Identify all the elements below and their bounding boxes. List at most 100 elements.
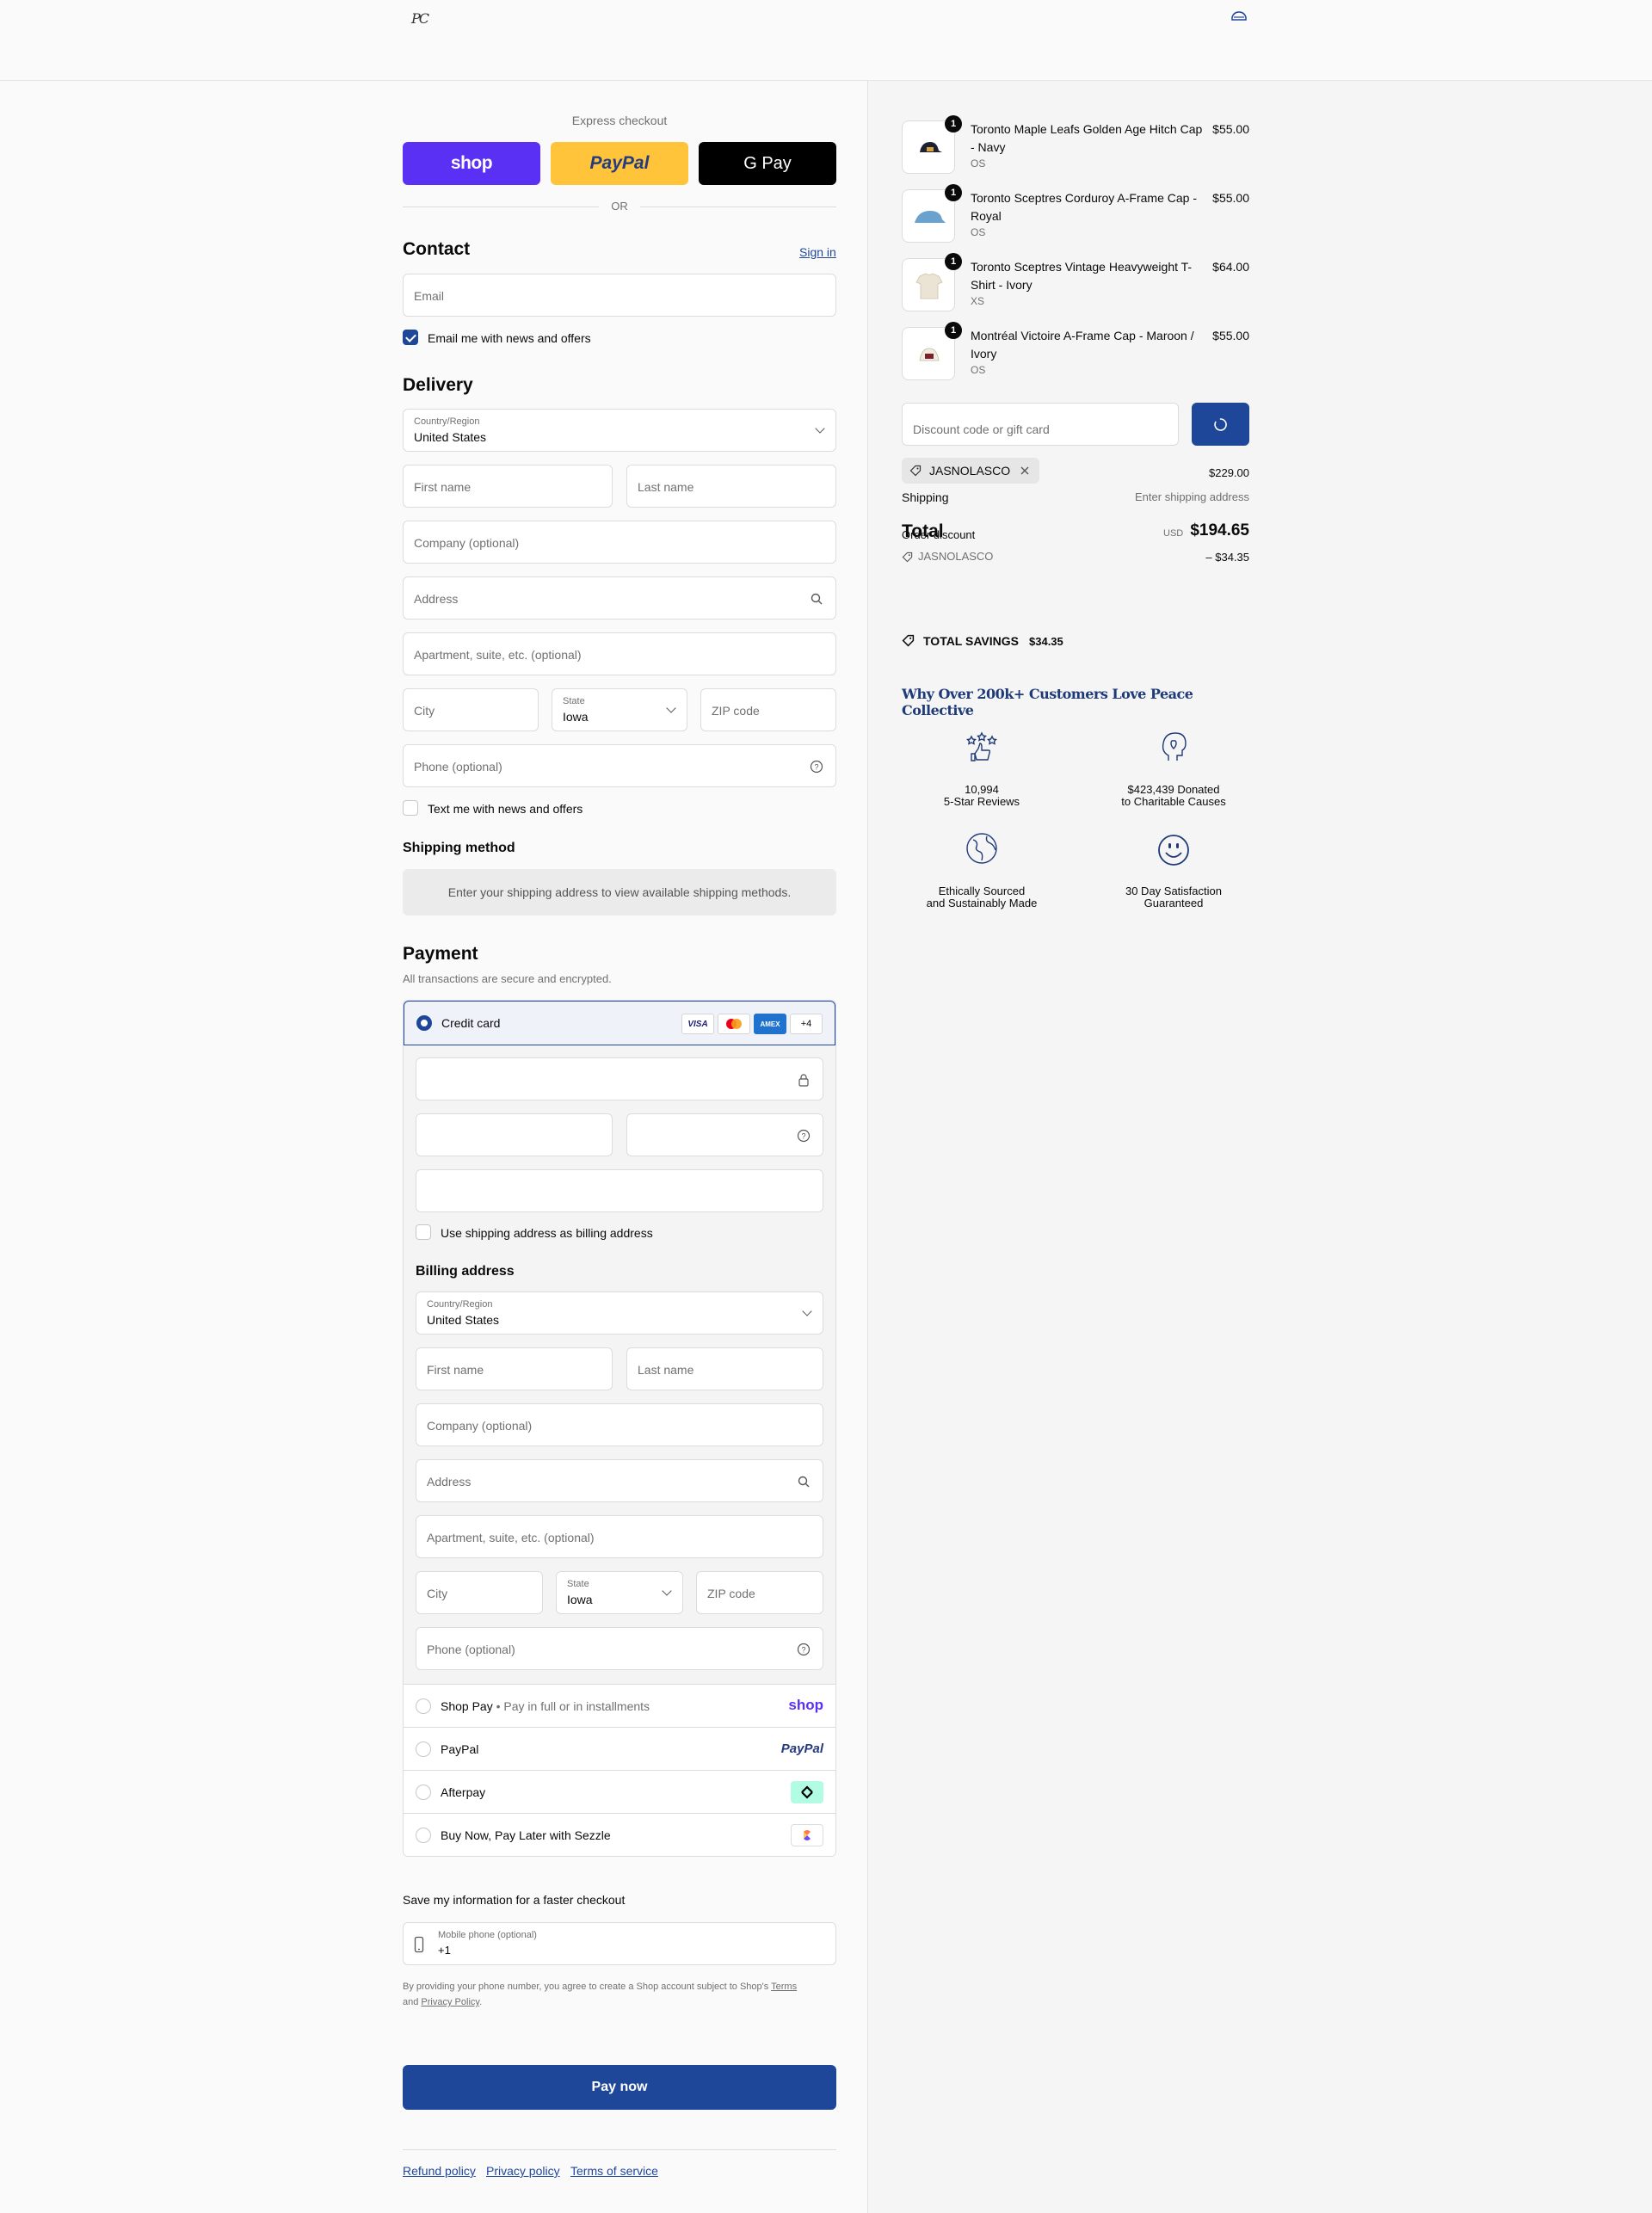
mastercard-icon	[718, 1014, 750, 1034]
payment-title: Payment	[403, 944, 478, 964]
state-label: State	[563, 696, 585, 706]
billing-address-field[interactable]: Address	[416, 1459, 823, 1502]
billing-zip-field[interactable]: ZIP code	[696, 1571, 823, 1614]
svg-text:?: ?	[801, 1646, 805, 1655]
security-code-field[interactable]: ?	[626, 1113, 823, 1156]
total-savings-label: TOTAL SAVINGS	[923, 634, 1019, 648]
search-icon	[811, 593, 823, 605]
billing-state-select[interactable]: State Iowa	[556, 1571, 683, 1614]
chevron-down-icon	[666, 703, 676, 713]
refund-policy-link[interactable]: Refund policy	[403, 2164, 476, 2178]
pay-now-button[interactable]: Pay now	[403, 2065, 836, 2110]
billing-country-value: United States	[427, 1313, 500, 1327]
billing-first-name-field[interactable]: First name	[416, 1347, 613, 1390]
payment-methods: Credit card VISA AMEX +4 ? Use shipping …	[403, 1000, 836, 1857]
address-field[interactable]: Address	[403, 576, 836, 620]
trust-item-donations: $423,439 Donated to Charitable Causes	[1096, 784, 1251, 808]
product-variant: OS	[971, 226, 986, 238]
legal-and: and	[403, 1997, 419, 2007]
paypal-logo: PayPal	[589, 153, 650, 173]
terms-of-service-link[interactable]: Terms of service	[570, 2164, 658, 2178]
privacy-policy-link[interactable]: Privacy Policy	[421, 1997, 479, 2007]
billing-address-placeholder: Address	[427, 1475, 472, 1489]
city-field[interactable]: City	[403, 688, 539, 731]
billing-phone-field[interactable]: Phone (optional) ?	[416, 1627, 823, 1670]
brain-heart-icon	[1162, 732, 1187, 761]
billing-country-select[interactable]: Country/Region United States	[416, 1291, 823, 1335]
shop-pay-button[interactable]: shop	[403, 142, 540, 185]
name-on-card-field[interactable]	[416, 1169, 823, 1212]
sign-in-link[interactable]: Sign in	[799, 245, 836, 259]
billing-last-name-field[interactable]: Last name	[626, 1347, 823, 1390]
privacy-policy-footer-link[interactable]: Privacy policy	[486, 2164, 560, 2178]
trust-item-reviews: 10,994 5-Star Reviews	[904, 784, 1059, 808]
paypal-button[interactable]: PayPal	[551, 142, 688, 185]
terms-link[interactable]: Terms	[771, 1982, 797, 1992]
use-shipping-checkbox[interactable]	[416, 1224, 431, 1240]
credit-card-option[interactable]: Credit card VISA AMEX +4	[404, 1001, 835, 1045]
afterpay-option[interactable]: Afterpay	[404, 1770, 835, 1813]
help-icon[interactable]: ?	[797, 1129, 811, 1143]
paypal-label: PayPal	[441, 1742, 479, 1756]
discount-value: – $34.35	[1205, 551, 1249, 564]
company-field[interactable]: Company (optional)	[403, 521, 836, 564]
tag-icon	[909, 465, 922, 477]
quantity-badge: 1	[945, 184, 962, 201]
applied-discount-tag: JASNOLASCO	[902, 458, 1039, 484]
billing-company-placeholder: Company (optional)	[427, 1419, 533, 1433]
state-select[interactable]: State Iowa	[552, 688, 687, 731]
trust-item-line2: Guaranteed	[1143, 897, 1204, 909]
card-number-field[interactable]	[416, 1057, 823, 1100]
close-icon[interactable]	[1020, 465, 1030, 476]
trust-title: Why Over 200k+ Customers Love Peace Coll…	[902, 686, 1193, 718]
sezzle-radio[interactable]	[416, 1828, 431, 1843]
order-summary-panel	[867, 81, 1652, 2213]
sezzle-option[interactable]: Buy Now, Pay Later with Sezzle	[404, 1813, 835, 1856]
help-icon[interactable]: ?	[797, 1643, 811, 1656]
order-discount-label: Order discount	[902, 528, 976, 541]
discount-code-field[interactable]: Discount code or gift card	[902, 403, 1179, 446]
more-cards-badge: +4	[790, 1014, 823, 1034]
visa-icon: VISA	[681, 1014, 714, 1034]
shipping-method-title: Shipping method	[403, 841, 515, 855]
mobile-phone-field[interactable]: Mobile phone (optional) +1	[403, 1922, 836, 1965]
apartment-field[interactable]: Apartment, suite, etc. (optional)	[403, 632, 836, 675]
sezzle-icon	[791, 1824, 823, 1846]
email-field[interactable]: Email	[403, 274, 836, 317]
paypal-option[interactable]: PayPal PayPal	[404, 1727, 835, 1770]
sezzle-label: Buy Now, Pay Later with Sezzle	[441, 1828, 611, 1842]
currency-label: USD	[1163, 528, 1184, 539]
apply-discount-button[interactable]	[1192, 403, 1249, 446]
email-placeholder: Email	[414, 289, 445, 303]
trust-item-line1: 10,994	[965, 783, 999, 796]
shop-pay-option[interactable]: Shop Pay • Pay in full or in installment…	[404, 1684, 835, 1727]
expiry-field[interactable]	[416, 1113, 613, 1156]
last-name-placeholder: Last name	[638, 480, 694, 494]
product-name: Toronto Sceptres Vintage Heavyweight T-S…	[971, 260, 1193, 292]
svg-text:?: ?	[814, 763, 818, 772]
cart-icon[interactable]	[1230, 10, 1248, 22]
paypal-radio[interactable]	[416, 1741, 431, 1757]
credit-card-radio[interactable]	[416, 1015, 432, 1031]
header: PC	[0, 0, 1652, 81]
billing-company-field[interactable]: Company (optional)	[416, 1403, 823, 1446]
afterpay-radio[interactable]	[416, 1785, 431, 1800]
first-name-field[interactable]: First name	[403, 465, 613, 508]
phone-field[interactable]: Phone (optional) ?	[403, 744, 836, 787]
product-price: $64.00	[1212, 260, 1249, 274]
help-icon[interactable]: ?	[810, 760, 823, 774]
last-name-field[interactable]: Last name	[626, 465, 836, 508]
text-news-checkbox[interactable]	[403, 800, 418, 816]
google-pay-button[interactable]: G Pay	[699, 142, 836, 185]
country-select[interactable]: Country/Region United States	[403, 409, 836, 452]
zip-field[interactable]: ZIP code	[700, 688, 836, 731]
billing-apartment-field[interactable]: Apartment, suite, etc. (optional)	[416, 1515, 823, 1558]
billing-city-field[interactable]: City	[416, 1571, 543, 1614]
product-price: $55.00	[1212, 122, 1249, 136]
billing-phone-placeholder: Phone (optional)	[427, 1643, 515, 1656]
shop-pay-radio[interactable]	[416, 1698, 431, 1714]
legal-pre: By providing your phone number, you agre…	[403, 1982, 769, 1992]
email-news-checkbox[interactable]	[403, 330, 418, 345]
legal-period: .	[479, 1997, 483, 2007]
store-logo[interactable]: PC	[411, 10, 429, 27]
